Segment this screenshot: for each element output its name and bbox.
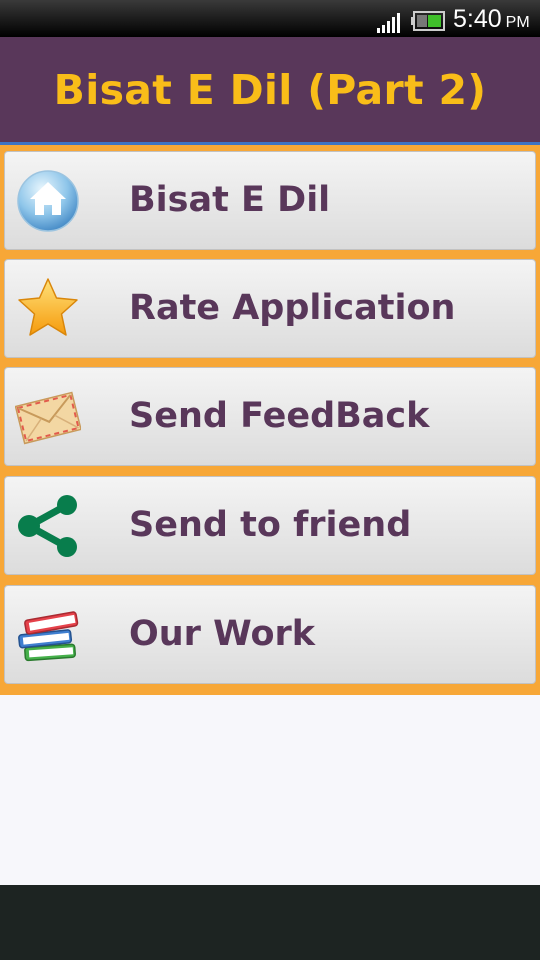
page-title: Bisat E Dil (Part 2) [53,65,487,114]
menu-item-our-work[interactable]: Our Work [4,585,536,684]
menu-list: Bisat E Dil Rate Application Send FeedBa… [0,145,540,695]
menu-item-label: Bisat E Dil [129,180,331,220]
menu-item-send-feedback[interactable]: Send FeedBack [4,367,536,466]
signal-icon [377,13,400,33]
menu-item-bisat-e-dil[interactable]: Bisat E Dil [4,151,536,250]
menu-item-label: Send FeedBack [129,396,430,436]
home-icon [17,170,79,232]
menu-item-send-to-friend[interactable]: Send to friend [4,476,536,575]
status-bar: 5:40 PM [0,0,540,37]
bottom-bar [0,885,540,960]
star-icon [18,278,78,336]
menu-item-label: Rate Application [129,288,456,328]
status-time: 5:40 PM [453,5,530,33]
menu-item-label: Send to friend [129,505,412,545]
title-bar: Bisat E Dil (Part 2) [0,37,540,145]
books-icon [18,611,79,662]
menu-item-label: Our Work [129,614,316,654]
battery-icon [411,11,445,31]
share-icon [18,495,77,557]
menu-item-rate-application[interactable]: Rate Application [4,259,536,358]
envelope-icon [15,391,81,445]
